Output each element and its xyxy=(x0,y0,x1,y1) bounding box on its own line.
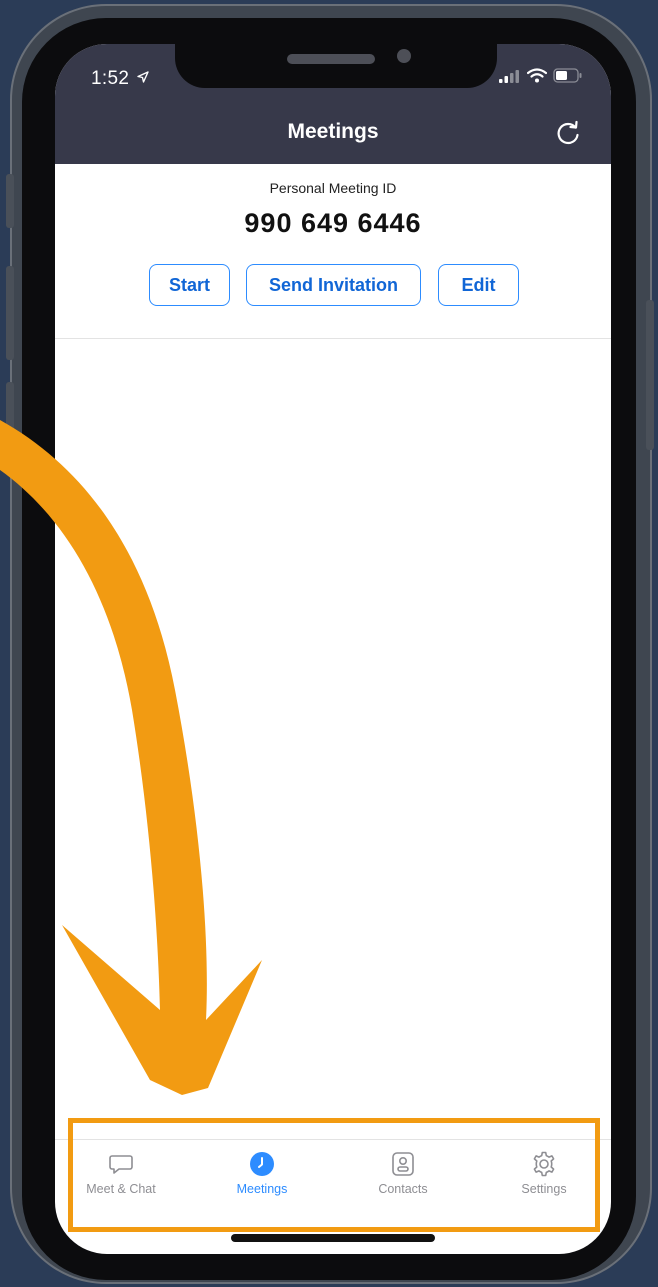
mute-switch xyxy=(6,174,14,228)
edit-button[interactable]: Edit xyxy=(438,264,519,306)
refresh-button[interactable] xyxy=(551,116,585,150)
status-time: 1:52 xyxy=(91,68,149,90)
status-icons xyxy=(499,68,583,83)
front-camera xyxy=(397,49,411,63)
personal-meeting-id-value: 990 649 6446 xyxy=(244,208,422,238)
personal-meeting-id-label: Personal Meeting ID xyxy=(269,180,397,196)
notch xyxy=(175,44,497,88)
location-arrow-icon xyxy=(137,71,149,83)
volume-up-button xyxy=(6,266,14,360)
power-button xyxy=(646,300,654,450)
signal-icon xyxy=(499,69,519,83)
section-divider xyxy=(55,338,611,339)
start-button[interactable]: Start xyxy=(149,264,230,306)
tab-bar-highlight-box xyxy=(68,1118,600,1232)
phone-screen: 1:52 Meetings Personal Meeting ID 990 64… xyxy=(55,44,611,1254)
battery-icon xyxy=(553,68,582,83)
earpiece-speaker xyxy=(287,54,375,64)
volume-down-button xyxy=(6,382,14,476)
wifi-icon xyxy=(527,68,547,83)
refresh-icon xyxy=(557,120,579,145)
page-title: Meetings xyxy=(287,120,379,143)
send-invitation-button[interactable]: Send Invitation xyxy=(246,264,421,306)
home-indicator[interactable] xyxy=(231,1234,435,1242)
